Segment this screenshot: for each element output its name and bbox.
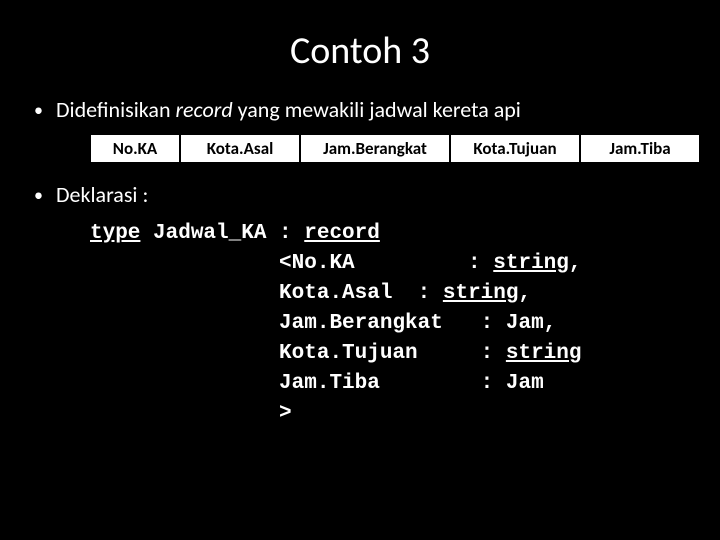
code-t: , xyxy=(518,282,531,305)
code-t: Jam.Berangkat : Jam, xyxy=(90,312,556,335)
kw-string: string xyxy=(443,282,519,305)
code-t: <No.KA : xyxy=(90,252,493,275)
code-t: Kota.Asal : xyxy=(90,282,443,305)
bullet-text: Didefinisikan record yang mewakili jadwa… xyxy=(56,96,521,124)
header-jamtiba: Jam.Tiba xyxy=(580,134,700,163)
bullet-marker: • xyxy=(34,181,56,209)
text-em: record xyxy=(176,96,233,123)
bullet-definition: • Didefinisikan record yang mewakili jad… xyxy=(34,96,686,124)
field-header-row: No.KA Kota.Asal Jam.Berangkat Kota.Tujua… xyxy=(90,134,702,163)
header-jamberangkat: Jam.Berangkat xyxy=(300,134,450,163)
kw-string: string xyxy=(493,252,569,275)
bullet-declaration: • Deklarasi : xyxy=(34,181,686,209)
code-t: Jam.Tiba : Jam xyxy=(90,372,544,395)
slide-title: Contoh 3 xyxy=(0,0,720,96)
bullet-marker: • xyxy=(34,96,56,124)
code-t: Jadwal_KA : xyxy=(140,222,304,245)
kw-string: string xyxy=(506,342,582,365)
content-area: • Didefinisikan record yang mewakili jad… xyxy=(0,96,720,429)
code-block: type Jadwal_KA : record <No.KA : string,… xyxy=(90,219,686,429)
code-t: Kota.Tujuan : xyxy=(90,342,506,365)
code-t: , xyxy=(569,252,582,275)
text-pre: Didefinisikan xyxy=(56,96,176,123)
text-post: yang mewakili jadwal kereta api xyxy=(233,96,521,123)
bullet-text: Deklarasi : xyxy=(56,181,148,209)
code-t: > xyxy=(90,402,292,425)
kw-type: type xyxy=(90,222,140,245)
header-kotaasal: Kota.Asal xyxy=(180,134,300,163)
header-kotatujuan: Kota.Tujuan xyxy=(450,134,580,163)
header-noka: No.KA xyxy=(90,134,180,163)
kw-record: record xyxy=(304,222,380,245)
